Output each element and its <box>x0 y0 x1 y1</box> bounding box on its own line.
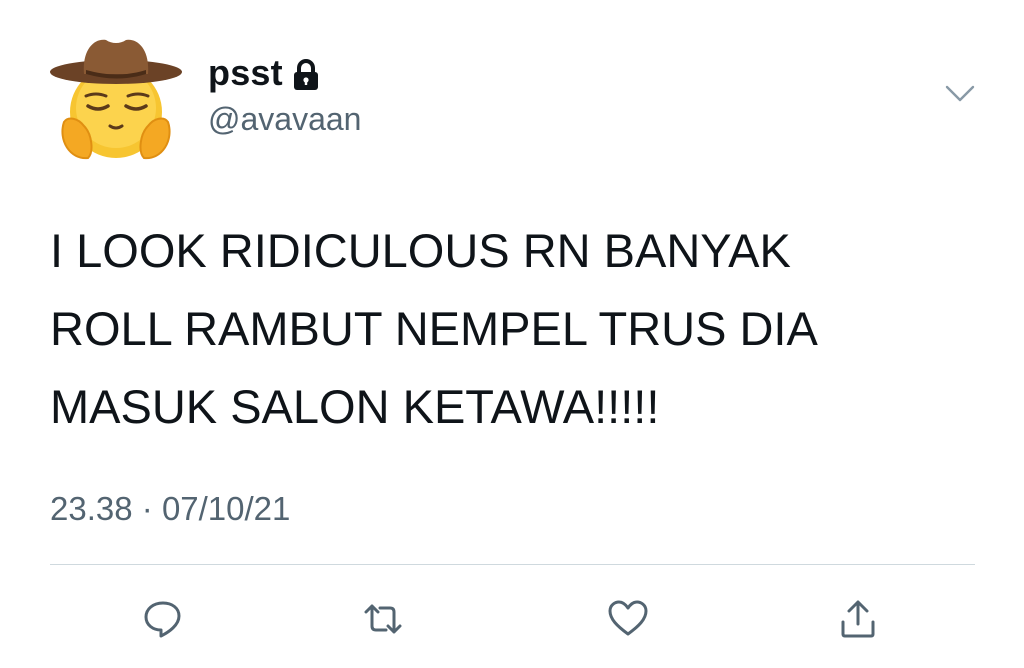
lock-icon <box>293 59 319 91</box>
like-icon <box>608 600 648 636</box>
more-options-button[interactable] <box>944 82 976 106</box>
like-button[interactable] <box>605 596 651 642</box>
tweet-text: I LOOK RIDICULOUS RN BANYAK ROLL RAMBUT … <box>50 212 970 446</box>
retweet-button[interactable] <box>360 596 406 642</box>
user-handle[interactable]: @avavaan <box>208 101 361 138</box>
tweet-date: 07/10/21 <box>161 490 291 527</box>
divider <box>50 564 975 565</box>
display-name[interactable]: psst <box>208 52 283 94</box>
retweet-icon <box>364 604 402 634</box>
display-name-row[interactable]: psst <box>208 50 319 96</box>
avatar[interactable] <box>48 30 186 162</box>
reply-button[interactable] <box>140 596 186 642</box>
tweet-text-line: ROLL RAMBUT NEMPEL TRUS DIA <box>50 302 818 355</box>
cowboy-emoji-icon <box>50 39 182 160</box>
share-button[interactable] <box>835 596 881 642</box>
chevron-down-icon <box>945 85 975 102</box>
tweet-time: 23.38 <box>50 490 133 527</box>
tweet-text-line: MASUK SALON KETAWA!!!!! <box>50 380 660 433</box>
tweet-timestamp[interactable]: 23.38 · 07/10/21 <box>50 490 290 528</box>
share-icon <box>841 600 875 638</box>
reply-icon <box>144 601 181 638</box>
tweet-text-line: I LOOK RIDICULOUS RN BANYAK <box>50 224 791 277</box>
tweet-card: psst @avavaan I LOOK RIDICULOUS RN BANYA… <box>0 0 1024 668</box>
timestamp-separator: · <box>141 490 153 527</box>
